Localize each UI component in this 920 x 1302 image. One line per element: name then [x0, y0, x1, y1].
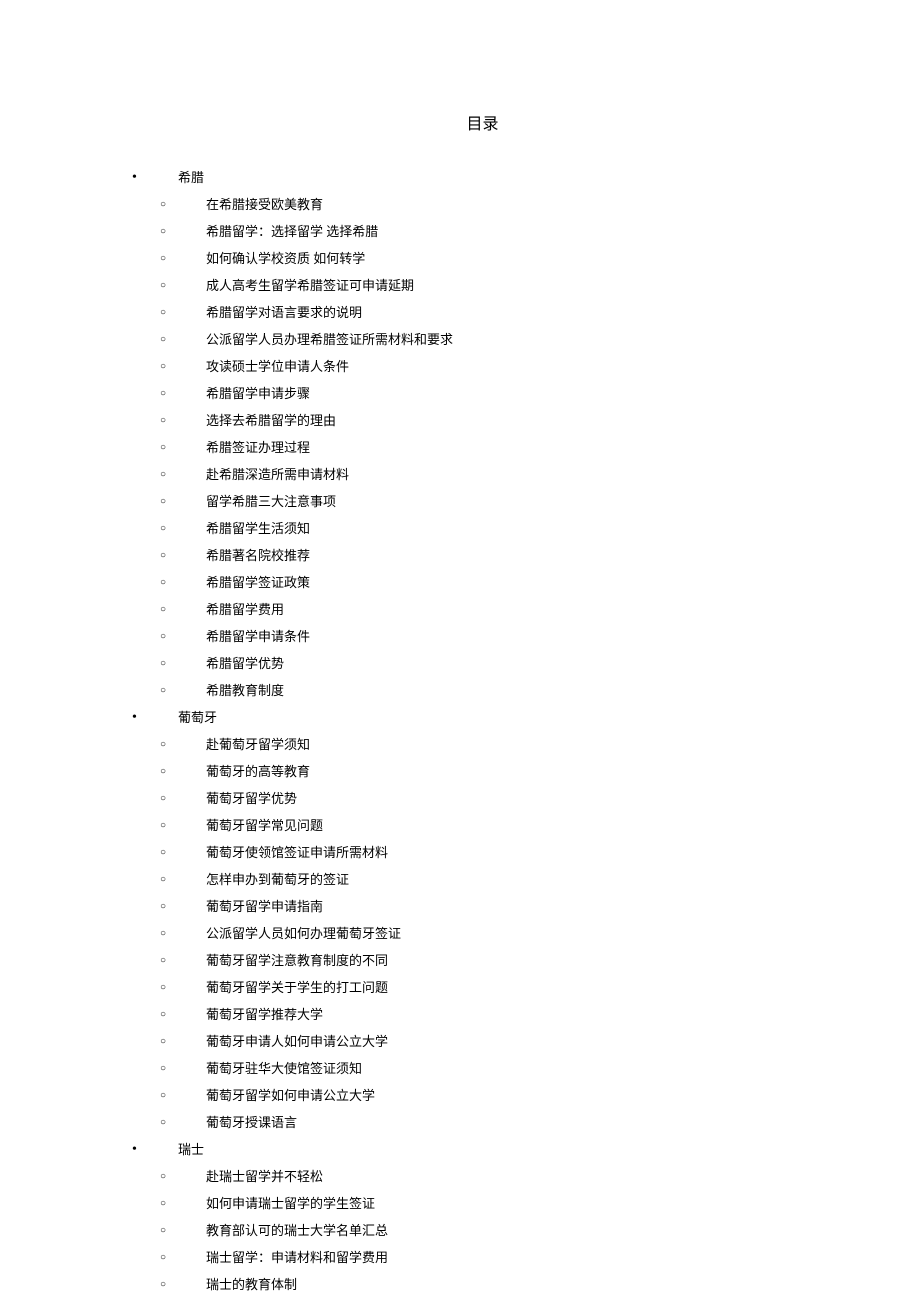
toc-item: 希腊留学申请条件 [148, 623, 820, 650]
toc-item-label: 希腊留学签证政策 [206, 575, 310, 590]
toc-item: 希腊签证办理过程 [148, 434, 820, 461]
toc-item-label: 希腊留学优势 [206, 656, 284, 671]
toc-item: 成人高考生留学希腊签证可申请延期 [148, 272, 820, 299]
toc-item-label: 选择去希腊留学的理由 [206, 413, 336, 428]
toc-item: 赴希腊深造所需申请材料 [148, 461, 820, 488]
toc-item-label: 葡萄牙驻华大使馆签证须知 [206, 1061, 362, 1076]
toc-item-label: 攻读硕士学位申请人条件 [206, 359, 349, 374]
toc-item-label: 在希腊接受欧美教育 [206, 197, 323, 212]
toc-item: 瑞士的教育体制 [148, 1271, 820, 1298]
toc-item-label: 希腊著名院校推荐 [206, 548, 310, 563]
toc-item: 葡萄牙留学关于学生的打工问题 [148, 974, 820, 1001]
country-label: 葡萄牙 [178, 710, 217, 725]
toc-item: 葡萄牙授课语言 [148, 1109, 820, 1136]
toc-item-label: 葡萄牙留学关于学生的打工问题 [206, 980, 388, 995]
toc-item-label: 葡萄牙申请人如何申请公立大学 [206, 1034, 388, 1049]
toc-item-label: 赴希腊深造所需申请材料 [206, 467, 349, 482]
toc-item: 葡萄牙使领馆签证申请所需材料 [148, 839, 820, 866]
toc-item-label: 希腊教育制度 [206, 683, 284, 698]
toc-item: 希腊留学对语言要求的说明 [148, 299, 820, 326]
toc-item-label: 希腊签证办理过程 [206, 440, 310, 455]
toc-item: 葡萄牙申请人如何申请公立大学 [148, 1028, 820, 1055]
toc-item: 瑞士留学：申请材料和留学费用 [148, 1244, 820, 1271]
toc-item-label: 葡萄牙留学优势 [206, 791, 297, 806]
toc-item-label: 葡萄牙的高等教育 [206, 764, 310, 779]
toc-item-label: 教育部认可的瑞士大学名单汇总 [206, 1223, 388, 1238]
toc-item: 攻读硕士学位申请人条件 [148, 353, 820, 380]
toc-item-label: 葡萄牙授课语言 [206, 1115, 297, 1130]
toc-item-label: 希腊留学费用 [206, 602, 284, 617]
toc-item-label: 希腊留学生活须知 [206, 521, 310, 536]
toc-item: 希腊教育制度 [148, 677, 820, 704]
toc-item: 希腊留学费用 [148, 596, 820, 623]
toc-item: 如何确认学校资质 如何转学 [148, 245, 820, 272]
toc-item: 葡萄牙留学注意教育制度的不同 [148, 947, 820, 974]
toc-item: 希腊留学申请步骤 [148, 380, 820, 407]
toc-item: 希腊留学生活须知 [148, 515, 820, 542]
country-label: 希腊 [178, 170, 204, 185]
toc-item-label: 希腊留学：选择留学 选择希腊 [206, 224, 378, 239]
toc-item-label: 赴瑞士留学并不轻松 [206, 1169, 323, 1184]
toc-subitems: 赴葡萄牙留学须知 葡萄牙的高等教育 葡萄牙留学优势 葡萄牙留学常见问题 葡萄牙使… [148, 731, 820, 1136]
toc-item: 葡萄牙留学如何申请公立大学 [148, 1082, 820, 1109]
toc-item: 希腊著名院校推荐 [148, 542, 820, 569]
toc-country-item: 瑞士 赴瑞士留学并不轻松 如何申请瑞士留学的学生签证 教育部认可的瑞士大学名单汇… [120, 1136, 820, 1298]
toc-item: 希腊留学优势 [148, 650, 820, 677]
toc-item-label: 如何确认学校资质 如何转学 [206, 251, 365, 266]
toc-item: 公派留学人员如何办理葡萄牙签证 [148, 920, 820, 947]
toc-list: 希腊 在希腊接受欧美教育 希腊留学：选择留学 选择希腊 如何确认学校资质 如何转… [120, 164, 820, 1298]
toc-item: 希腊留学签证政策 [148, 569, 820, 596]
toc-item-label: 瑞士留学：申请材料和留学费用 [206, 1250, 388, 1265]
page-title: 目录 [120, 110, 820, 134]
toc-item: 公派留学人员办理希腊签证所需材料和要求 [148, 326, 820, 353]
toc-item-label: 公派留学人员如何办理葡萄牙签证 [206, 926, 401, 941]
toc-item: 葡萄牙留学常见问题 [148, 812, 820, 839]
toc-item: 如何申请瑞士留学的学生签证 [148, 1190, 820, 1217]
toc-item: 葡萄牙留学优势 [148, 785, 820, 812]
toc-item: 赴瑞士留学并不轻松 [148, 1163, 820, 1190]
toc-item-label: 怎样申办到葡萄牙的签证 [206, 872, 349, 887]
toc-item-label: 希腊留学对语言要求的说明 [206, 305, 362, 320]
toc-item: 赴葡萄牙留学须知 [148, 731, 820, 758]
toc-item: 选择去希腊留学的理由 [148, 407, 820, 434]
toc-item-label: 葡萄牙留学申请指南 [206, 899, 323, 914]
toc-country-item: 希腊 在希腊接受欧美教育 希腊留学：选择留学 选择希腊 如何确认学校资质 如何转… [120, 164, 820, 704]
toc-item-label: 瑞士的教育体制 [206, 1277, 297, 1292]
toc-item: 教育部认可的瑞士大学名单汇总 [148, 1217, 820, 1244]
toc-item-label: 希腊留学申请条件 [206, 629, 310, 644]
toc-item: 葡萄牙的高等教育 [148, 758, 820, 785]
toc-subitems: 在希腊接受欧美教育 希腊留学：选择留学 选择希腊 如何确认学校资质 如何转学 成… [148, 191, 820, 704]
toc-item-label: 葡萄牙留学常见问题 [206, 818, 323, 833]
toc-item-label: 葡萄牙留学推荐大学 [206, 1007, 323, 1022]
toc-item: 怎样申办到葡萄牙的签证 [148, 866, 820, 893]
toc-item-label: 赴葡萄牙留学须知 [206, 737, 310, 752]
toc-item-label: 葡萄牙留学注意教育制度的不同 [206, 953, 388, 968]
toc-item: 葡萄牙留学推荐大学 [148, 1001, 820, 1028]
toc-item-label: 公派留学人员办理希腊签证所需材料和要求 [206, 332, 453, 347]
country-label: 瑞士 [178, 1142, 204, 1157]
toc-item: 葡萄牙驻华大使馆签证须知 [148, 1055, 820, 1082]
toc-item: 留学希腊三大注意事项 [148, 488, 820, 515]
toc-country-item: 葡萄牙 赴葡萄牙留学须知 葡萄牙的高等教育 葡萄牙留学优势 葡萄牙留学常见问题 … [120, 704, 820, 1136]
toc-item-label: 葡萄牙使领馆签证申请所需材料 [206, 845, 388, 860]
toc-item: 希腊留学：选择留学 选择希腊 [148, 218, 820, 245]
toc-subitems: 赴瑞士留学并不轻松 如何申请瑞士留学的学生签证 教育部认可的瑞士大学名单汇总 瑞… [148, 1163, 820, 1298]
toc-item-label: 葡萄牙留学如何申请公立大学 [206, 1088, 375, 1103]
toc-item-label: 留学希腊三大注意事项 [206, 494, 336, 509]
toc-item-label: 成人高考生留学希腊签证可申请延期 [206, 278, 414, 293]
toc-item: 葡萄牙留学申请指南 [148, 893, 820, 920]
toc-item-label: 如何申请瑞士留学的学生签证 [206, 1196, 375, 1211]
toc-item-label: 希腊留学申请步骤 [206, 386, 310, 401]
toc-item: 在希腊接受欧美教育 [148, 191, 820, 218]
